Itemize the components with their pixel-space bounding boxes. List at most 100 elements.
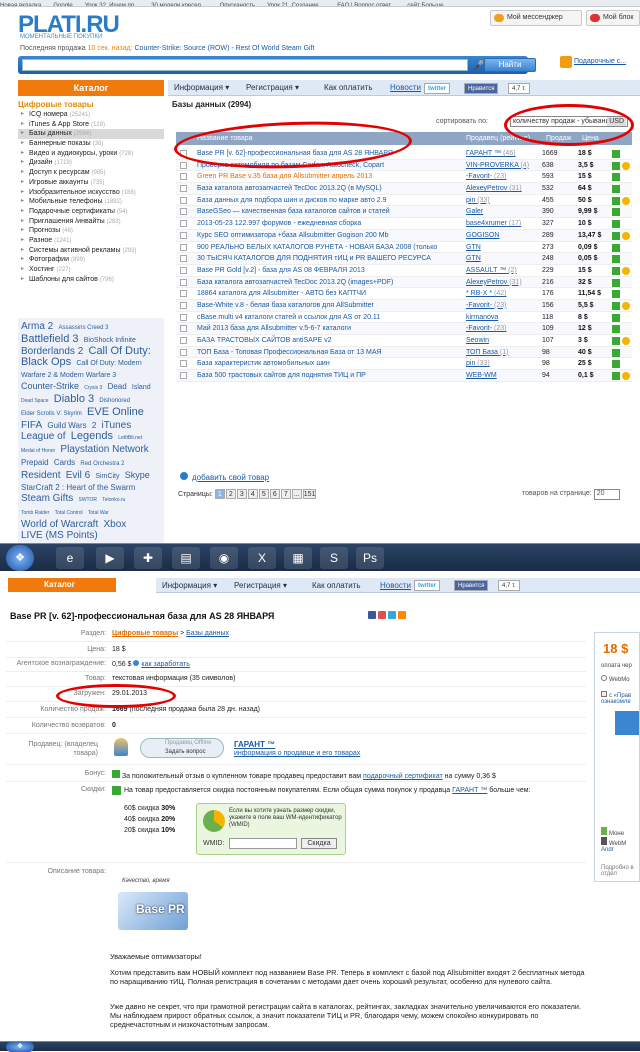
seller-link[interactable]: AlexeyPetrov (31) [466,183,546,194]
add-good-link[interactable]: добавить свой товар [192,473,269,482]
sidebar-item[interactable]: ▸ Доступ к ресурсам (985) [18,168,164,178]
page-link[interactable]: 3 [236,489,247,499]
seller-link[interactable]: Seowin [466,335,546,346]
row-checkbox[interactable] [180,348,187,356]
row-checkbox[interactable] [180,290,187,298]
cart-icon[interactable] [612,360,620,369]
tag-link[interactable]: Dead [108,382,127,391]
sidebar-item[interactable]: ▸ Шаблоны для сайтов (796) [18,275,164,285]
seller-link[interactable]: GTN [466,242,546,253]
row-checkbox[interactable] [180,337,187,344]
section-link-1[interactable]: Цифровые товары [112,630,178,637]
product-link[interactable]: BaseGSeo — качественная база каталогов с… [197,206,455,217]
gift-cards-link[interactable]: Подарочные с... [560,56,626,68]
page-link[interactable]: 151 [302,489,317,499]
row-checkbox[interactable] [180,301,187,309]
product-link[interactable]: 900 РЕАЛЬНО БЕЛЫХ КАТАЛОГОВ РУНЕТА - НОВ… [197,242,455,253]
seller-link[interactable]: GTN [466,253,546,264]
tag-link[interactable]: Battlefield 3 [21,333,78,345]
bookmark[interactable]: 30 модели кресел ... [151,3,207,6]
facebook-like-button[interactable]: Нравится [464,83,499,94]
row-checkbox[interactable] [180,161,187,169]
tag-link[interactable]: Steam Gifts [21,493,73,504]
product-link[interactable]: 30 ТЫСЯЧ КАТАЛОГОВ ДЛЯ ПОДНЯТИЯ тИЦ и PR… [197,253,455,264]
seller-info-link[interactable]: информация о продавце и его товарах [234,750,360,757]
seller-link[interactable]: VIN-PROVERKA (4) [466,160,546,171]
sidebar-item[interactable]: ▸ Приглашения /инвайты (283) [18,217,164,227]
start-button[interactable]: ❖ [6,545,34,571]
row-checkbox[interactable] [180,243,187,251]
nav-info[interactable]: Информация ▾ [174,80,229,96]
ask-question-button[interactable]: Задать вопрос [165,749,206,755]
bookmark[interactable]: Новая вкладка [0,3,41,6]
page-link[interactable]: 7 [280,489,291,499]
seller-link[interactable]: kirmanova [466,312,546,323]
ie-icon[interactable]: e [56,547,84,569]
tag-link[interactable]: Telonko.ru [102,497,125,503]
tag-link[interactable]: Black Ops [21,356,71,368]
tag-link[interactable]: Cards [54,458,75,467]
page-link[interactable]: ... [291,489,302,499]
sidebar-item[interactable]: ▸ Мобильные телефоны (1892) [18,197,164,207]
catalog-header-2[interactable]: Каталог [8,578,116,592]
tag-link[interactable]: Dishonored [99,398,130,404]
product-link[interactable]: База характеристик автомобильных шин [197,358,455,369]
tag-link[interactable]: Total War [88,510,109,516]
seller-link[interactable]: -Favorit- (23) [466,300,546,311]
gift-certificate-link[interactable]: подарочный сертификат [363,773,443,780]
breadcrumb[interactable]: Базы данных (2994) [172,100,251,109]
page-link[interactable]: 6 [269,489,280,499]
sidebar-head[interactable]: Цифровые товары [18,100,164,109]
nav-news-2[interactable]: Новости [380,578,411,593]
per-page-select[interactable]: 20 [593,489,620,500]
seller-link[interactable]: ASSAULT ™ (2) [466,265,546,276]
tag-link[interactable]: Skype [125,470,150,480]
tag-link[interactable]: Guild Wars [47,421,86,430]
cart-icon[interactable] [612,266,620,275]
wmid-input[interactable] [229,838,297,849]
row-checkbox[interactable] [180,325,187,333]
media-player-icon[interactable]: ▶ [96,547,124,569]
cart-icon[interactable] [612,301,620,310]
product-link[interactable]: Base PR Gold [v.2] - база для AS 08 ФЕВР… [197,265,455,276]
twitter-button[interactable]: twitter [424,83,450,94]
seller-link[interactable]: GOGISON [466,230,546,241]
seller-link[interactable]: AlexeyPetrov (31) [466,277,546,288]
tag-link[interactable]: LIVE (MS Points) [21,530,98,541]
app-icon[interactable]: ✚ [134,547,162,569]
product-link[interactable]: Курс SEO оптимизатора +база Allsubmitter… [197,230,455,241]
tag-link[interactable]: FIFA [21,420,42,431]
seller-link[interactable]: pin (33) [466,358,546,369]
row-checkbox[interactable] [180,231,187,239]
seller-link[interactable]: ГАРАНТ ™ (46) [466,148,546,159]
product-link[interactable]: База каталога автозапчастей TecDoc 2013.… [197,277,455,288]
tag-link[interactable]: EVE Online [87,406,144,418]
product-link[interactable]: 2013-05-23 122.997 форумов - ежедневная … [197,218,455,229]
seller-link[interactable]: ТОП База (1) [466,347,546,358]
search-input[interactable] [22,59,468,71]
row-checkbox[interactable] [180,173,187,181]
nav-registration[interactable]: Регистрация ▾ [246,80,299,96]
product-link[interactable]: Май 2013 база для Allsubmitter v.5-6-7 к… [197,323,455,334]
nav-registration-2[interactable]: Регистрация ▾ [234,578,287,593]
agree-terms[interactable]: с «Прав ознакомле [601,691,639,705]
tag-link[interactable]: StarCraft 2 : Heart of the Swarm [21,483,135,492]
sidebar-item[interactable]: ▸ Игровые аккаунты (735) [18,178,164,188]
tag-link[interactable]: LetItBit.net [118,435,142,441]
tag-link[interactable]: Elder Scrolls V: Skyrim [21,411,82,417]
tag-link[interactable]: Total Control [55,510,83,516]
tag-link[interactable]: Xbox [103,519,126,530]
row-checkbox[interactable] [180,278,187,286]
tag-link[interactable]: Counter-Strike [21,381,79,391]
seller-name-link[interactable]: ГАРАНТ ™ [234,740,275,749]
tag-link[interactable]: 2 [92,421,96,430]
sidebar-item[interactable]: ▸ Прогнозы (46) [18,226,164,236]
cart-icon[interactable] [612,196,620,205]
tag-link[interactable]: Call Of Duty: [89,345,151,357]
product-link[interactable]: Green PR Base v.35 база для Allsubmitter… [197,171,455,182]
product-link[interactable]: База каталога автозапчастей TecDoc 2013.… [197,183,455,194]
pay-webmoney[interactable]: WebMo [601,675,630,683]
bookmark[interactable]: Опусканость [220,3,255,6]
bookmark[interactable]: сейт Больше ... [407,3,450,6]
cart-icon[interactable] [612,337,620,345]
